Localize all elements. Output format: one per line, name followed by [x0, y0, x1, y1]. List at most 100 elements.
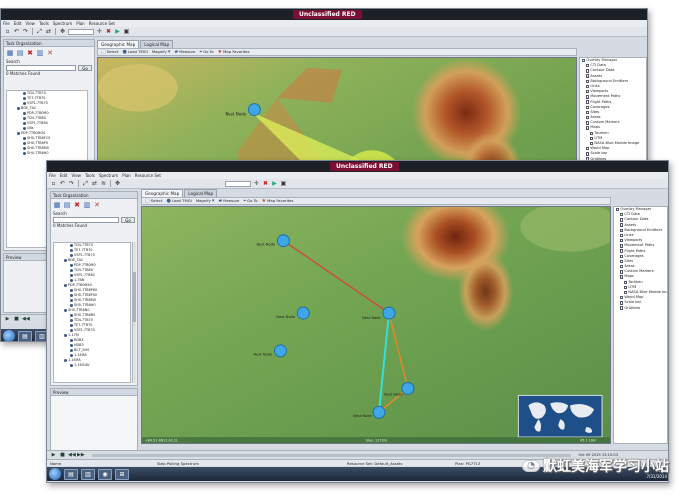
layers-icon[interactable]: ≋	[100, 180, 107, 187]
fast-forward-icon[interactable]: ▶▶	[77, 452, 85, 459]
redo-icon[interactable]: ↷	[68, 180, 75, 187]
overlay-checkbox[interactable]: ✓	[590, 131, 594, 135]
map-tool-favorites[interactable]: ★ Map Favorites	[218, 48, 250, 56]
network-node[interactable]	[276, 234, 290, 248]
overlay-checkbox[interactable]	[620, 218, 624, 222]
map-tool-measure[interactable]: ▰ Measure	[218, 197, 239, 205]
overlay-checkbox[interactable]: ✓	[586, 64, 590, 68]
windows-app-icon[interactable]: ⊞	[115, 468, 129, 480]
pan-icon[interactable]: ✥	[59, 28, 66, 35]
go-button[interactable]: Go	[121, 217, 135, 223]
stop-icon[interactable]: ■	[59, 452, 66, 459]
overlay-checkbox[interactable]	[590, 136, 594, 141]
overlay-checkbox[interactable]	[620, 239, 624, 243]
org-remove-icon[interactable]: ✕	[93, 201, 101, 209]
tab-logical-map[interactable]: Logical Map	[140, 40, 174, 48]
overlay-checkbox[interactable]	[620, 301, 624, 305]
start-button-icon[interactable]	[49, 468, 61, 480]
map-tool-magnify[interactable]: Magnify ▾	[152, 48, 171, 56]
overlay-checkbox[interactable]: ✓	[582, 58, 586, 63]
org-add-icon[interactable]: ▦	[6, 49, 14, 57]
overlay-checkbox[interactable]: ✓	[586, 84, 590, 89]
network-node[interactable]	[382, 306, 396, 320]
next-icon[interactable]: ▶	[114, 28, 121, 35]
menu-plan[interactable]: Plan	[122, 172, 131, 179]
menu-plan[interactable]: Plan	[76, 20, 85, 27]
overlay-checkbox[interactable]: ✓	[586, 74, 590, 78]
front-geographic-map[interactable]: Nest Node Nest Node Nest Node Nest Node …	[141, 206, 611, 444]
overlay-checkbox[interactable]: ✓	[620, 264, 624, 269]
network-node[interactable]	[273, 344, 287, 358]
tree-scroll-thumb[interactable]	[133, 272, 136, 322]
overlay-checkbox[interactable]: ✓	[624, 280, 628, 284]
app-icon[interactable]: ◉	[98, 468, 112, 480]
rewind-icon[interactable]: ◀◀	[68, 452, 76, 459]
go-button[interactable]: Go	[78, 65, 92, 71]
org-copy-icon[interactable]: ▥	[36, 49, 44, 57]
overlay-checkbox[interactable]: ✓	[586, 126, 590, 130]
org-edit-icon[interactable]: ▤	[16, 49, 24, 57]
org-add-icon[interactable]: ▦	[53, 201, 61, 209]
zoom-icon[interactable]: ⤢	[36, 28, 43, 35]
route-icon[interactable]: ⇄	[45, 28, 52, 35]
undo-icon[interactable]: ↶	[59, 180, 66, 187]
overlay-checkbox[interactable]: ✓	[620, 254, 624, 258]
play-icon[interactable]: ▶	[50, 452, 57, 459]
tab-logical-map[interactable]: Logical Map	[184, 189, 218, 197]
map-tool-magnify[interactable]: Magnify ▾	[196, 197, 215, 205]
overlay-checkbox[interactable]	[586, 69, 590, 73]
menu-file[interactable]: File	[3, 20, 10, 27]
tab-geographic-map[interactable]: Geographic Map	[97, 40, 140, 48]
menu-file[interactable]: File	[49, 172, 56, 179]
menu-resource-set[interactable]: Resource Set	[135, 172, 161, 179]
delete-icon[interactable]: ✖	[105, 28, 112, 35]
overlay-checkbox[interactable]: ✓	[624, 290, 628, 295]
overlay-checkbox[interactable]: ✓	[620, 223, 624, 227]
menu-view[interactable]: View	[71, 172, 81, 179]
menu-resource-set[interactable]: Resource Set	[89, 20, 115, 27]
next-icon[interactable]: ▶	[271, 180, 278, 187]
zoom-icon[interactable]: ⤢	[82, 180, 89, 187]
overlay-checkbox[interactable]: ✓	[620, 213, 624, 217]
overlay-item[interactable]: Gridlines	[614, 306, 667, 311]
network-node[interactable]	[372, 405, 386, 419]
overlay-checkbox[interactable]: ✓	[616, 207, 620, 212]
timeline-slider[interactable]	[92, 453, 571, 457]
overlay-checkbox[interactable]: ✓	[586, 147, 590, 151]
overlay-checkbox[interactable]	[586, 100, 590, 104]
overlay-checkbox[interactable]: ✓	[586, 95, 590, 99]
overlay-checkbox[interactable]	[620, 228, 624, 233]
rewind-icon[interactable]: ◀◀	[22, 316, 30, 323]
pan-icon[interactable]: ✥	[114, 180, 121, 187]
toolbar-field[interactable]	[225, 180, 251, 187]
org-copy-icon[interactable]: ▥	[83, 201, 91, 209]
overlay-checkbox[interactable]	[586, 110, 590, 115]
redo-icon[interactable]: ↷	[22, 28, 29, 35]
overlay-checkbox[interactable]	[620, 249, 624, 253]
overlay-checkbox[interactable]: ✓	[620, 275, 624, 279]
menu-spectrum[interactable]: Spectrum	[53, 20, 72, 27]
export-icon[interactable]: ▣	[280, 180, 287, 187]
org-delete-icon[interactable]: ✖	[73, 201, 81, 209]
menu-tools[interactable]: Tools	[39, 20, 49, 27]
org-edit-icon[interactable]: ▤	[63, 201, 71, 209]
move-icon[interactable]: ✛	[96, 28, 103, 35]
map-tool-measure[interactable]: ▰ Measure	[174, 48, 195, 56]
overlay-checkbox[interactable]	[620, 270, 624, 274]
move-icon[interactable]: ✛	[253, 180, 260, 187]
overlay-checkbox[interactable]	[620, 259, 624, 264]
map-tool-favorites[interactable]: ★ Map Favorites	[262, 197, 294, 205]
tree-item[interactable]: SH0-7TB6H0	[7, 151, 87, 156]
network-node[interactable]	[247, 103, 261, 117]
overlay-checkbox[interactable]: ✓	[586, 115, 590, 120]
front-task-tree[interactable]: TCN-7TB70 TE7-7TB70 VSP1-7TB70 BDE_TAC PDP-7…	[53, 242, 131, 383]
tree-scrollbar[interactable]	[132, 242, 136, 383]
network-node[interactable]	[401, 382, 415, 395]
overlay-checkbox[interactable]	[586, 79, 590, 84]
new-icon[interactable]: ▫	[4, 28, 11, 35]
explorer-icon[interactable]: ▤	[64, 468, 78, 480]
tab-geographic-map[interactable]: Geographic Map	[141, 189, 184, 197]
network-node[interactable]	[296, 306, 310, 320]
overlay-checkbox[interactable]	[624, 285, 628, 290]
map-tool-goto[interactable]: ⌖ Go To	[199, 48, 213, 56]
